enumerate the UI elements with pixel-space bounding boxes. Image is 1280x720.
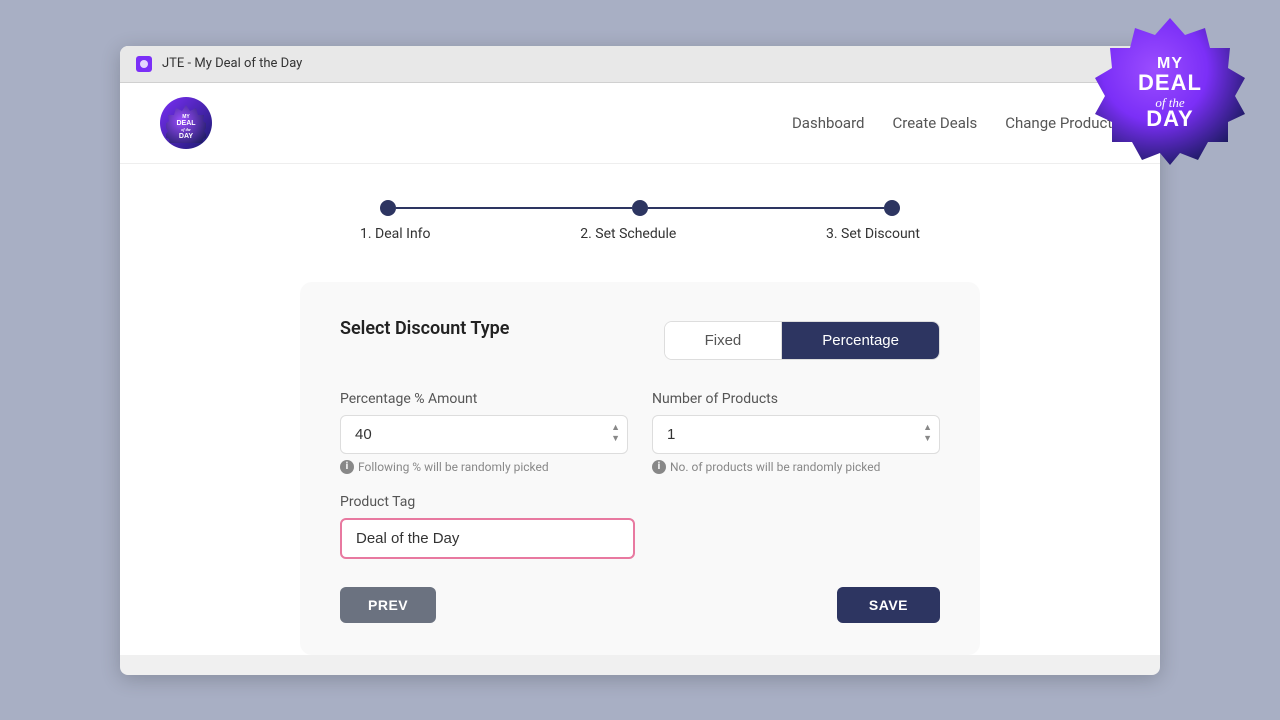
- step-line-1: [396, 207, 632, 209]
- products-spinner-wrapper: ▲ ▼: [652, 415, 940, 454]
- percentage-spinner-wrapper: ▲ ▼: [340, 415, 628, 454]
- nav-links: Dashboard Create Deals Change Products: [792, 114, 1120, 132]
- product-tag-label: Product Tag: [340, 494, 940, 510]
- form-card: Select Discount Type Fixed Percentage Pe…: [300, 282, 980, 655]
- percentage-hint-icon: i: [340, 460, 354, 474]
- percentage-arrow-up[interactable]: ▲: [611, 424, 620, 433]
- svg-text:DAY: DAY: [1146, 106, 1193, 131]
- percentage-spinner-arrows[interactable]: ▲ ▼: [611, 424, 620, 444]
- fields-row: Percentage % Amount ▲ ▼ i Following % wi…: [340, 391, 940, 474]
- products-spinner-arrows[interactable]: ▲ ▼: [923, 424, 932, 444]
- form-title: Select Discount Type: [340, 318, 509, 339]
- form-actions: PREV SAVE: [340, 587, 940, 623]
- save-button[interactable]: SAVE: [837, 587, 940, 623]
- percentage-amount-input[interactable]: [340, 415, 628, 454]
- percentage-amount-label: Percentage % Amount: [340, 391, 628, 407]
- stepper-container: 1. Deal Info 2. Set Schedule 3. Set Disc…: [120, 164, 1160, 262]
- product-tag-group: Product Tag: [340, 494, 940, 559]
- step-line-2: [648, 207, 884, 209]
- step-dot-1: [380, 200, 396, 216]
- number-of-products-group: Number of Products ▲ ▼ i No. of products…: [652, 391, 940, 474]
- percentage-arrow-down[interactable]: ▼: [611, 435, 620, 444]
- step-label-1: 1. Deal Info: [360, 226, 431, 242]
- browser-tab-title: JTE - My Deal of the Day: [162, 56, 302, 71]
- browser-favicon: [136, 56, 152, 72]
- number-of-products-input[interactable]: [652, 415, 940, 454]
- app-logo: MY DEAL of the DAY: [160, 97, 212, 149]
- products-arrow-up[interactable]: ▲: [923, 424, 932, 433]
- browser-window: JTE - My Deal of the Day MY DEAL of the: [120, 46, 1160, 675]
- percentage-hint-text: Following % will be randomly picked: [358, 460, 549, 474]
- percentage-toggle-btn[interactable]: Percentage: [782, 322, 939, 359]
- svg-text:DEAL: DEAL: [1138, 70, 1202, 95]
- prev-button[interactable]: PREV: [340, 587, 436, 623]
- svg-text:of the: of the: [181, 127, 191, 132]
- nav-dashboard[interactable]: Dashboard: [792, 114, 865, 132]
- deal-badge: MY DEAL of the DAY: [1090, 10, 1250, 170]
- step-label-3: 3. Set Discount: [826, 226, 920, 242]
- discount-type-row: Select Discount Type Fixed Percentage: [340, 318, 940, 363]
- percentage-amount-group: Percentage % Amount ▲ ▼ i Following % wi…: [340, 391, 628, 474]
- product-tag-input[interactable]: [340, 518, 635, 559]
- products-hint-text: No. of products will be randomly picked: [670, 460, 880, 474]
- products-hint-icon: i: [652, 460, 666, 474]
- app-content: MY DEAL of the DAY Dashboard Create Deal…: [120, 83, 1160, 655]
- step-labels: 1. Deal Info 2. Set Schedule 3. Set Disc…: [380, 226, 900, 242]
- fixed-toggle-btn[interactable]: Fixed: [665, 322, 783, 359]
- svg-text:DEAL: DEAL: [176, 120, 196, 127]
- svg-text:DAY: DAY: [179, 133, 193, 140]
- app-header: MY DEAL of the DAY Dashboard Create Deal…: [120, 83, 1160, 164]
- browser-toolbar: JTE - My Deal of the Day: [120, 46, 1160, 83]
- step-label-2: 2. Set Schedule: [580, 226, 676, 242]
- discount-type-toggle: Fixed Percentage: [664, 321, 940, 360]
- step-dot-2: [632, 200, 648, 216]
- products-arrow-down[interactable]: ▼: [923, 435, 932, 444]
- stepper: [380, 200, 900, 216]
- step-dot-3: [884, 200, 900, 216]
- number-of-products-label: Number of Products: [652, 391, 940, 407]
- nav-create-deals[interactable]: Create Deals: [893, 114, 978, 132]
- products-hint: i No. of products will be randomly picke…: [652, 460, 940, 474]
- percentage-hint: i Following % will be randomly picked: [340, 460, 628, 474]
